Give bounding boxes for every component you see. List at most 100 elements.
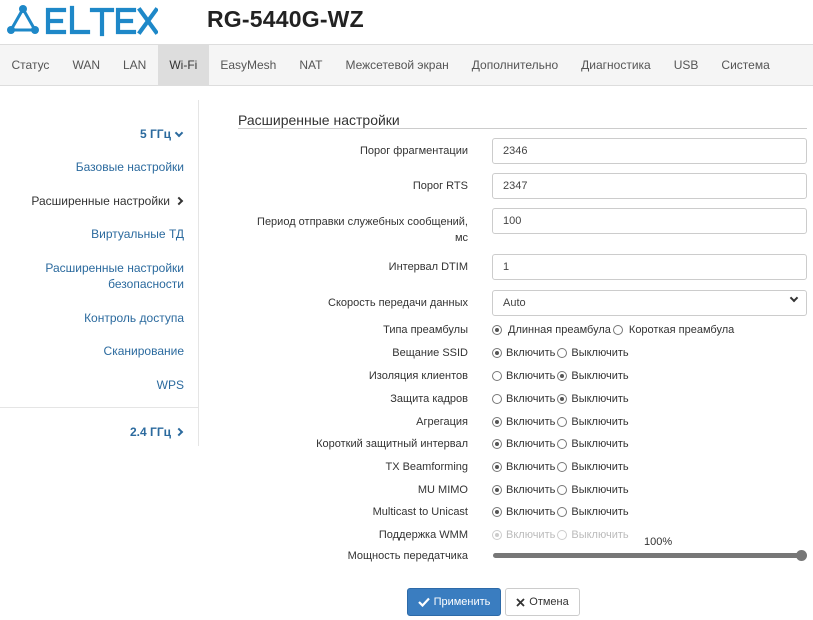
- toggle-radio-group: Включить Выключить: [492, 347, 629, 359]
- disable-label: Выключить: [571, 506, 629, 518]
- header: RG-5440G-WZ: [0, 0, 813, 44]
- cancel-button[interactable]: Отмена: [505, 588, 580, 616]
- sidebar-item-security[interactable]: Расширенные настройки безопасности: [34, 260, 184, 292]
- tab-system[interactable]: Система: [710, 45, 781, 85]
- disable-radio[interactable]: [557, 507, 568, 517]
- enable-radio[interactable]: [492, 462, 502, 472]
- device-model: RG-5440G-WZ: [207, 6, 364, 32]
- toggle-radio-group: Включить Выключить: [492, 484, 629, 496]
- enable-label: Включить: [506, 393, 556, 405]
- disable-label: Выключить: [571, 438, 629, 450]
- sidebar-group-5ghz[interactable]: 5 ГГц: [140, 127, 184, 141]
- section-title: Расширенные настройки: [238, 112, 400, 128]
- disable-label: Выключить: [571, 347, 629, 359]
- tx-power-slider-track[interactable]: [493, 553, 802, 558]
- chevron-down-icon: [174, 128, 184, 137]
- toggle-radio-group: Включить Выключить: [492, 529, 629, 541]
- tab-diagnostics[interactable]: Диагностика: [570, 45, 663, 85]
- enable-label: Включить: [506, 461, 556, 473]
- cancel-button-label: Отмена: [529, 596, 569, 608]
- apply-button[interactable]: Применить: [407, 588, 501, 616]
- enable-radio[interactable]: [492, 439, 502, 449]
- preamble-label: Типа преамбулы: [383, 324, 468, 336]
- enable-label: Включить: [506, 506, 556, 518]
- enable-radio: [492, 530, 502, 540]
- beacon-period-input[interactable]: 100: [492, 208, 807, 234]
- disable-label: Выключить: [571, 416, 629, 428]
- frag-threshold-label: Порог фрагментации: [359, 145, 468, 157]
- chevron-down-icon: [789, 293, 799, 303]
- enable-label: Включить: [506, 347, 556, 359]
- sidebar-group-24ghz-label: 2.4 ГГц: [130, 425, 171, 439]
- check-icon: [417, 597, 430, 607]
- disable-label: Выключить: [571, 461, 629, 473]
- beacon-period-label: Период отправки служебных сообщений, мс: [257, 216, 468, 244]
- preamble-short-radio[interactable]: [612, 325, 623, 335]
- sidebar-item-basic[interactable]: Базовые настройки: [4, 159, 184, 175]
- rts-threshold-input[interactable]: 2347: [492, 173, 807, 199]
- disable-radio[interactable]: [557, 417, 568, 427]
- disable-radio[interactable]: [557, 348, 568, 358]
- tab-wifi[interactable]: Wi-Fi: [157, 45, 209, 85]
- disable-radio[interactable]: [557, 394, 568, 404]
- sidebar: 5 ГГц Базовые настройки Расширенные наст…: [0, 100, 199, 446]
- toggle-radio-group: Включить Выключить: [492, 393, 629, 405]
- enable-label: Включить: [506, 416, 556, 428]
- enable-radio[interactable]: [492, 485, 502, 495]
- toggle-label: Multicast to Unicast: [372, 506, 468, 518]
- tab-status[interactable]: Статус: [0, 45, 61, 85]
- sidebar-item-virtual-ap[interactable]: Виртуальные ТД: [4, 226, 184, 242]
- sidebar-group-24ghz[interactable]: 2.4 ГГц: [130, 425, 184, 439]
- top-nav: Статус WAN LAN Wi-Fi EasyMesh NAT Межсет…: [0, 44, 813, 86]
- tx-power-slider-handle[interactable]: [796, 550, 807, 561]
- section-divider: [238, 128, 807, 129]
- enable-radio[interactable]: [492, 394, 502, 404]
- sidebar-divider: [0, 407, 198, 408]
- tab-nat[interactable]: NAT: [288, 45, 334, 85]
- toggle-radio-group: Включить Выключить: [492, 370, 629, 382]
- dtim-input[interactable]: 1: [492, 254, 807, 280]
- disable-radio[interactable]: [557, 462, 568, 472]
- rts-threshold-label: Порог RTS: [412, 180, 468, 192]
- sidebar-item-access-control[interactable]: Контроль доступа: [4, 310, 184, 326]
- enable-radio[interactable]: [492, 507, 502, 517]
- tab-firewall[interactable]: Межсетевой экран: [334, 45, 460, 85]
- enable-radio[interactable]: [492, 371, 502, 381]
- tab-additional[interactable]: Дополнительно: [460, 45, 569, 85]
- toggle-label: MU MIMO: [417, 484, 468, 496]
- disable-radio[interactable]: [557, 439, 568, 449]
- toggle-radio-group: Включить Выключить: [492, 506, 629, 518]
- data-rate-select[interactable]: Auto: [492, 290, 807, 316]
- enable-radio[interactable]: [492, 417, 502, 427]
- sidebar-item-advanced-label: Расширенные настройки: [31, 194, 170, 208]
- tab-usb[interactable]: USB: [662, 45, 710, 85]
- disable-label: Выключить: [571, 370, 629, 382]
- preamble-long-radio[interactable]: [492, 325, 502, 335]
- sidebar-item-wps[interactable]: WPS: [4, 377, 184, 393]
- tab-wan[interactable]: WAN: [61, 45, 112, 85]
- disable-label: Выключить: [571, 393, 629, 405]
- disable-radio[interactable]: [557, 485, 568, 495]
- enable-radio[interactable]: [492, 348, 502, 358]
- disable-label: Выключить: [571, 484, 629, 496]
- close-icon: [516, 597, 525, 607]
- toggle-label: Защита кадров: [390, 393, 468, 405]
- apply-button-label: Применить: [433, 596, 491, 608]
- enable-label: Включить: [506, 370, 556, 382]
- logo-mark-icon: [7, 5, 39, 34]
- toggle-radio-group: Включить Выключить: [492, 438, 629, 450]
- disable-radio: [557, 530, 568, 540]
- enable-label: Включить: [506, 529, 556, 541]
- eltex-logo[interactable]: [6, 3, 159, 37]
- disable-radio[interactable]: [557, 371, 568, 381]
- sidebar-item-scan[interactable]: Сканирование: [4, 343, 184, 359]
- tab-lan[interactable]: LAN: [112, 45, 158, 85]
- tx-power-label: Мощность передатчика: [347, 550, 468, 562]
- toggle-label: Изоляция клиентов: [368, 370, 468, 382]
- sidebar-item-advanced[interactable]: Расширенные настройки: [2, 193, 184, 209]
- chevron-right-icon: [174, 427, 184, 437]
- data-rate-value: Auto: [503, 297, 526, 309]
- tab-easymesh[interactable]: EasyMesh: [209, 45, 288, 85]
- preamble-long-label: Длинная преамбула: [508, 324, 611, 336]
- frag-threshold-input[interactable]: 2346: [492, 138, 807, 164]
